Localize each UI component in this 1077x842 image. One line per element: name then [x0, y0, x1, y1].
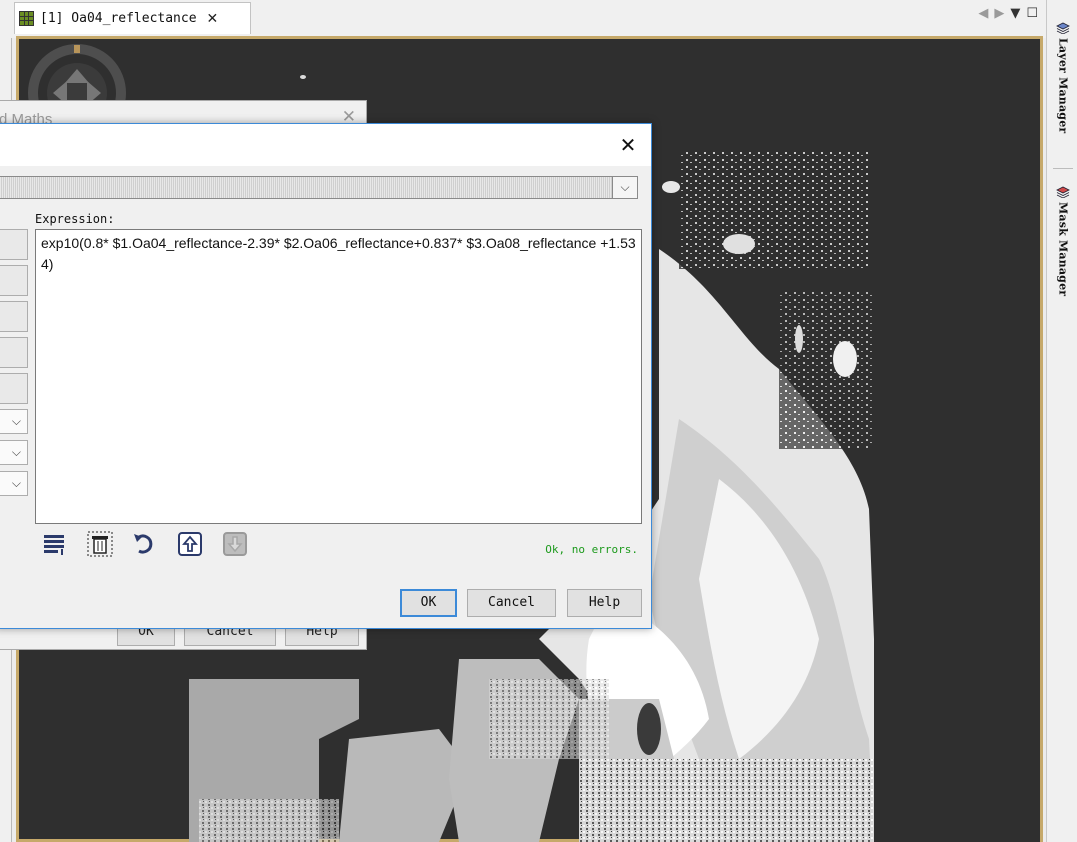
chevron-down-icon: ⌵ [11, 445, 21, 459]
chevron-down-icon[interactable]: ⌵ [613, 176, 638, 199]
mask-manager-tab[interactable]: Mask Manager [1051, 186, 1075, 296]
mask-manager-label: Mask Manager [1056, 202, 1070, 297]
side-button-4[interactable] [0, 337, 28, 368]
tab-close-icon[interactable]: ✕ [207, 11, 219, 27]
document-tab-bar: [1] Oa04_reflectance ✕ ◀ ▶ ▼ ☐ [11, 0, 1046, 38]
trash-icon[interactable] [86, 530, 114, 558]
expression-label: Expression: [35, 212, 115, 226]
history-list-icon[interactable] [41, 530, 69, 558]
scroll-tabs-left-icon[interactable]: ◀ [978, 6, 988, 21]
maximize-window-icon[interactable]: ☐ [1026, 6, 1038, 21]
side-button-5[interactable] [0, 373, 28, 404]
layers-icon [1056, 22, 1070, 34]
expression-editor-dialog: ✕ ⌵ ⌵ ⌵ ⌵ Expression: exp10(0.8* $1.Oa04… [0, 123, 652, 629]
document-tab[interactable]: [1] Oa04_reflectance ✕ [14, 2, 251, 34]
side-dropdown-3[interactable]: ⌵ [0, 471, 28, 496]
chevron-down-icon: ⌵ [11, 476, 21, 490]
chevron-down-icon: ⌵ [11, 414, 21, 428]
export-expression-icon[interactable] [221, 530, 249, 558]
help-button[interactable]: Help [567, 589, 642, 617]
side-button-3[interactable] [0, 301, 28, 332]
product-selector[interactable] [0, 176, 613, 199]
side-button-1[interactable] [0, 229, 28, 260]
cancel-button[interactable]: Cancel [467, 589, 556, 617]
expression-status: Ok, no errors. [545, 543, 638, 556]
tab-controls: ◀ ▶ ▼ ☐ [978, 6, 1038, 21]
layer-manager-tab[interactable]: Layer Manager [1051, 22, 1075, 133]
dialog-close-button[interactable]: ✕ [613, 130, 643, 160]
dialog-title-bar [0, 124, 651, 166]
document-tab-title: [1] Oa04_reflectance [40, 11, 197, 26]
expression-textarea[interactable]: exp10(0.8* $1.Oa04_reflectance-2.39* $2.… [35, 229, 642, 524]
undo-icon[interactable] [131, 530, 159, 558]
side-dropdown-2[interactable]: ⌵ [0, 440, 28, 465]
import-expression-icon[interactable] [176, 530, 204, 558]
ok-button[interactable]: OK [400, 589, 457, 617]
layer-manager-label: Layer Manager [1056, 38, 1070, 134]
right-tool-window-bar: Layer Manager Mask Manager [1046, 0, 1077, 842]
side-button-2[interactable] [0, 265, 28, 296]
mask-layers-icon [1056, 186, 1070, 198]
side-dropdown-1[interactable]: ⌵ [0, 409, 28, 434]
raster-grid-icon [19, 11, 34, 26]
tab-list-dropdown-icon[interactable]: ▼ [1010, 6, 1020, 21]
scroll-tabs-right-icon[interactable]: ▶ [994, 6, 1004, 21]
